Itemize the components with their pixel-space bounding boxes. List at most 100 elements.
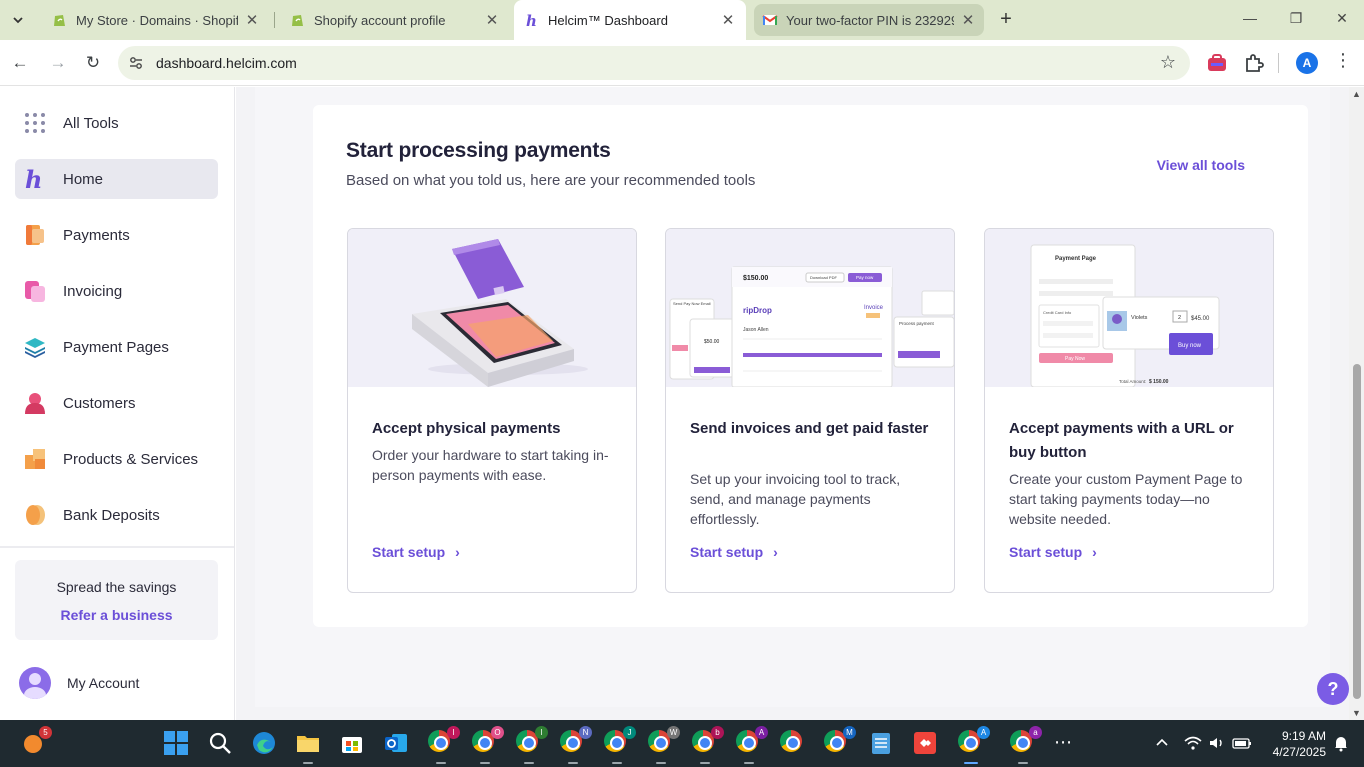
notifications-bell-icon[interactable] [1332, 734, 1350, 755]
sidebar-item-payments[interactable]: Payments [15, 215, 218, 255]
extensions-puzzle-icon[interactable] [1243, 52, 1265, 74]
chevron-right-icon: › [773, 544, 778, 560]
my-account-button[interactable]: My Account [19, 667, 139, 699]
illu-product: Violets [1131, 315, 1148, 321]
svg-text:h: h [25, 167, 42, 191]
tray-chevron-up-icon[interactable] [1155, 736, 1169, 751]
chrome-profile-n-icon[interactable]: N [560, 726, 592, 764]
illu-brand: ripDrop [743, 306, 772, 315]
sidebar-item-label: Payment Pages [63, 338, 169, 356]
battery-icon[interactable] [1232, 736, 1252, 753]
start-setup-link[interactable]: Start setup › [372, 544, 460, 560]
browser-tab-strip: My Store · Domains · Shopify ✕ Shopify a… [0, 0, 1364, 40]
scrollbar-thumb[interactable] [1353, 364, 1361, 699]
site-settings-icon[interactable] [128, 55, 144, 71]
close-icon[interactable]: ✕ [720, 11, 736, 29]
sidebar: All Tools h Home Payments Invoicing Paym… [0, 87, 235, 720]
system-clock[interactable]: 9:19 AM 4/27/2025 [1262, 728, 1326, 760]
invoicing-icon [25, 281, 45, 302]
customers-icon [25, 393, 45, 414]
invoice-mockup-image: Send Pay Now Email $50.00 $150.00 Downlo… [669, 266, 954, 388]
chrome-profile-j-icon[interactable]: J [604, 726, 636, 764]
address-bar[interactable]: dashboard.helcim.com ☆ [118, 46, 1190, 80]
minimize-icon[interactable]: — [1240, 10, 1260, 26]
cta-label: Start setup [690, 544, 764, 560]
shopify-icon [292, 15, 303, 26]
windows-start-icon[interactable] [163, 730, 189, 756]
sidebar-item-products-services[interactable]: Products & Services [15, 439, 218, 479]
chrome-profile-w-icon[interactable]: W [648, 726, 680, 764]
sidebar-item-label: Invoicing [63, 282, 123, 300]
grid-dots-icon [25, 113, 45, 133]
chrome-profile-a-purple-icon[interactable]: A [736, 726, 768, 764]
card-invoices[interactable]: Send Pay Now Email $50.00 $150.00 Downlo… [665, 228, 955, 593]
browser-tab-shopify-domains[interactable]: My Store · Domains · Shopify ✕ [40, 0, 272, 40]
clock-time: 9:19 AM [1281, 729, 1326, 743]
reload-icon[interactable]: ↻ [81, 51, 105, 75]
sidebar-item-customers[interactable]: Customers [15, 383, 218, 423]
chrome-profile-a-blue-icon[interactable]: A [958, 726, 990, 764]
main-panel: Start processing payments Based on what … [255, 87, 1330, 707]
edge-icon[interactable] [251, 730, 277, 756]
sidebar-item-label: Customers [63, 394, 136, 412]
new-tab-plus-icon[interactable]: + [994, 8, 1018, 32]
outlook-icon[interactable] [383, 730, 409, 756]
main-content: Start processing payments Based on what … [236, 87, 1349, 720]
weather-widget[interactable]: 5 [20, 726, 52, 756]
illu-pay-now: Pay Now [1065, 356, 1085, 362]
microsoft-store-icon[interactable] [339, 730, 365, 756]
page-scrollbar[interactable]: ▲ ▼ [1349, 87, 1364, 720]
browser-menu-icon[interactable]: ⋮ [1334, 50, 1352, 71]
window-close-icon[interactable]: ✕ [1332, 10, 1352, 27]
card-description: Set up your invoicing tool to track, sen… [690, 471, 901, 527]
tab-title: Your two-factor PIN is 232929 - [786, 12, 954, 28]
chrome-profile-m-icon[interactable]: M [824, 726, 856, 756]
chrome-profile-i-icon[interactable]: I [428, 726, 460, 764]
sidebar-item-invoicing[interactable]: Invoicing [15, 271, 218, 311]
scroll-up-icon[interactable]: ▲ [1352, 89, 1361, 99]
restore-icon[interactable]: ❐ [1286, 10, 1306, 27]
file-explorer-icon[interactable] [295, 730, 321, 764]
extension-toolbox-icon[interactable] [1206, 52, 1228, 74]
sidebar-item-payment-pages[interactable]: Payment Pages [15, 327, 218, 367]
card-payment-pages[interactable]: Payment Page Credit Card Info Pay Now Vi… [984, 228, 1274, 593]
profile-avatar[interactable]: A [1296, 52, 1318, 74]
forward-arrow-icon[interactable]: → [46, 51, 70, 75]
wifi-icon[interactable] [1184, 736, 1202, 753]
bookmark-star-icon[interactable]: ☆ [1160, 52, 1176, 73]
card-terminal-illustration [348, 229, 636, 387]
chrome-profile-b-icon[interactable]: b [692, 726, 724, 764]
chrome-icon[interactable] [780, 730, 806, 756]
close-icon[interactable]: ✕ [484, 11, 500, 29]
scroll-down-icon[interactable]: ▼ [1352, 708, 1361, 718]
sidebar-item-bank-deposits[interactable]: Bank Deposits [15, 495, 218, 535]
taskbar-overflow-icon[interactable]: ⋯ [1050, 730, 1076, 756]
chrome-profile-o-icon[interactable]: O [472, 726, 504, 764]
sidebar-divider [0, 546, 234, 548]
browser-tab-gmail[interactable]: Your two-factor PIN is 232929 - ✕ [754, 4, 984, 36]
browser-tab-helcim-dashboard[interactable]: h Helcim™ Dashboard ✕ [514, 0, 746, 40]
close-icon[interactable]: ✕ [244, 11, 260, 29]
card-payment-page-illustration: Payment Page Credit Card Info Pay Now Vi… [985, 229, 1273, 388]
start-setup-link[interactable]: Start setup › [1009, 544, 1097, 560]
chrome-profile-green-icon[interactable]: l [516, 726, 548, 764]
boxes-icon [25, 449, 45, 469]
back-arrow-icon[interactable]: ← [8, 51, 32, 75]
chrome-profile-a-lower-icon[interactable]: a [1010, 726, 1042, 764]
notepad-icon[interactable] [868, 730, 894, 756]
refer-business-link[interactable]: Refer a business [15, 607, 218, 623]
browser-tab-shopify-profile[interactable]: Shopify account profile ✕ [278, 0, 512, 40]
volume-icon[interactable] [1208, 736, 1226, 753]
promo-title: Spread the savings [56, 579, 177, 595]
anydesk-icon[interactable] [912, 730, 938, 756]
tab-search-chevron-icon[interactable] [6, 8, 30, 32]
search-icon[interactable] [207, 730, 233, 756]
card-physical-payments[interactable]: Accept physical payments Order your hard… [347, 228, 637, 593]
start-setup-link[interactable]: Start setup › [690, 544, 778, 560]
close-icon[interactable]: ✕ [960, 11, 976, 29]
sidebar-item-home[interactable]: h Home [15, 159, 218, 199]
running-indicator [303, 762, 313, 764]
view-all-tools-link[interactable]: View all tools [1157, 157, 1245, 173]
sidebar-item-all-tools[interactable]: All Tools [15, 103, 218, 143]
help-button[interactable]: ? [1317, 673, 1349, 705]
